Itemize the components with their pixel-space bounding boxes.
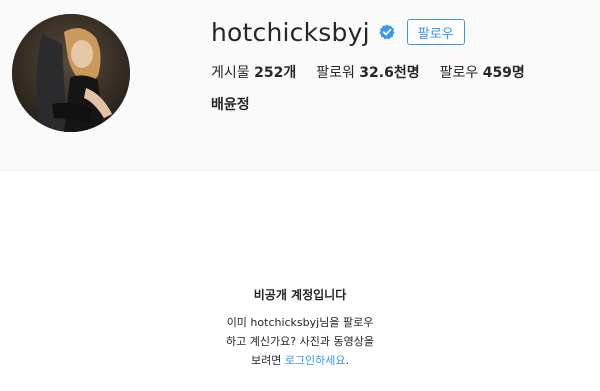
- private-desc-suffix: .: [345, 354, 350, 367]
- private-account-description: 이미 hotchicksbyj님을 팔로우하고 계신가요? 사진과 동영상을 보…: [225, 313, 375, 370]
- avatar-photo: [12, 14, 130, 132]
- stat-following-value: 459명: [482, 65, 525, 81]
- profile-full-name: 배윤정: [211, 97, 250, 113]
- stat-posts-label: 게시물: [211, 65, 250, 81]
- stat-followers-value: 32.6천명: [359, 65, 420, 81]
- username-row: hotchicksbyj 팔로우: [211, 16, 465, 48]
- stat-following[interactable]: 팔로우 459명: [440, 62, 525, 82]
- private-account-section: 비공개 계정입니다 이미 hotchicksbyj님을 팔로우하고 계신가요? …: [0, 171, 600, 391]
- stat-followers-label: 팔로워: [316, 65, 355, 81]
- profile-avatar[interactable]: [12, 14, 130, 132]
- stat-posts-value: 252개: [254, 65, 297, 81]
- stat-followers[interactable]: 팔로워 32.6천명: [316, 62, 419, 82]
- stat-posts: 게시물 252개: [211, 62, 296, 82]
- private-account-title: 비공개 계정입니다: [253, 288, 347, 302]
- username: hotchicksbyj: [211, 17, 370, 47]
- login-link[interactable]: 로그인하세요: [285, 354, 346, 367]
- follow-button[interactable]: 팔로우: [406, 19, 465, 45]
- verified-badge-icon: [379, 24, 395, 40]
- profile-header: hotchicksbyj 팔로우 게시물 252개 팔로워 32.6천명 팔로우…: [0, 0, 600, 171]
- stat-following-label: 팔로우: [439, 65, 479, 81]
- profile-stats: 게시물 252개 팔로워 32.6천명 팔로우 459명: [211, 62, 545, 82]
